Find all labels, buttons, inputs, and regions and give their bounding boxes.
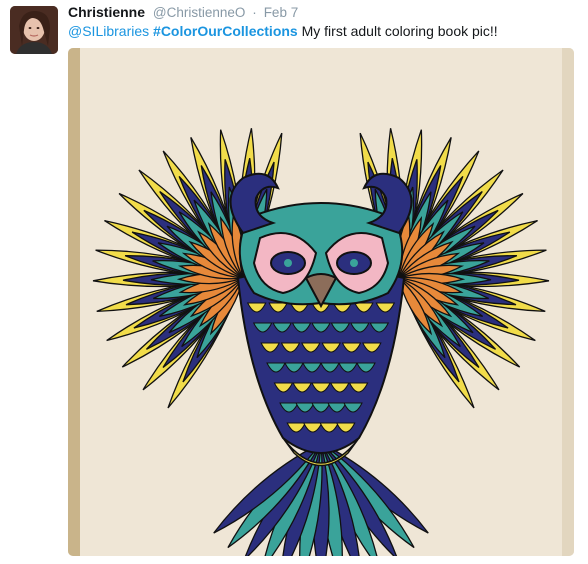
- author-avatar[interactable]: [10, 6, 58, 54]
- header-separator: ·: [252, 5, 257, 20]
- tweet-media-photo[interactable]: [68, 48, 574, 556]
- tweet-header: Christienne @ChristienneO · Feb 7: [68, 3, 298, 22]
- tweet-text-body: My first adult coloring book pic!!: [301, 23, 498, 39]
- tweet-text: @SILibraries #ColorOurCollections My fir…: [68, 22, 498, 40]
- hashtag-link[interactable]: #ColorOurCollections: [153, 23, 298, 39]
- author-handle[interactable]: @ChristienneO: [153, 5, 246, 20]
- user-avatar-icon: [10, 6, 58, 54]
- owl-coloring-page-image: [68, 48, 574, 556]
- mention-link[interactable]: @SILibraries: [68, 23, 149, 39]
- tweet-timestamp[interactable]: Feb 7: [264, 5, 299, 20]
- author-name[interactable]: Christienne: [68, 4, 145, 20]
- tweet[interactable]: Christienne @ChristienneO · Feb 7 @SILib…: [0, 0, 588, 564]
